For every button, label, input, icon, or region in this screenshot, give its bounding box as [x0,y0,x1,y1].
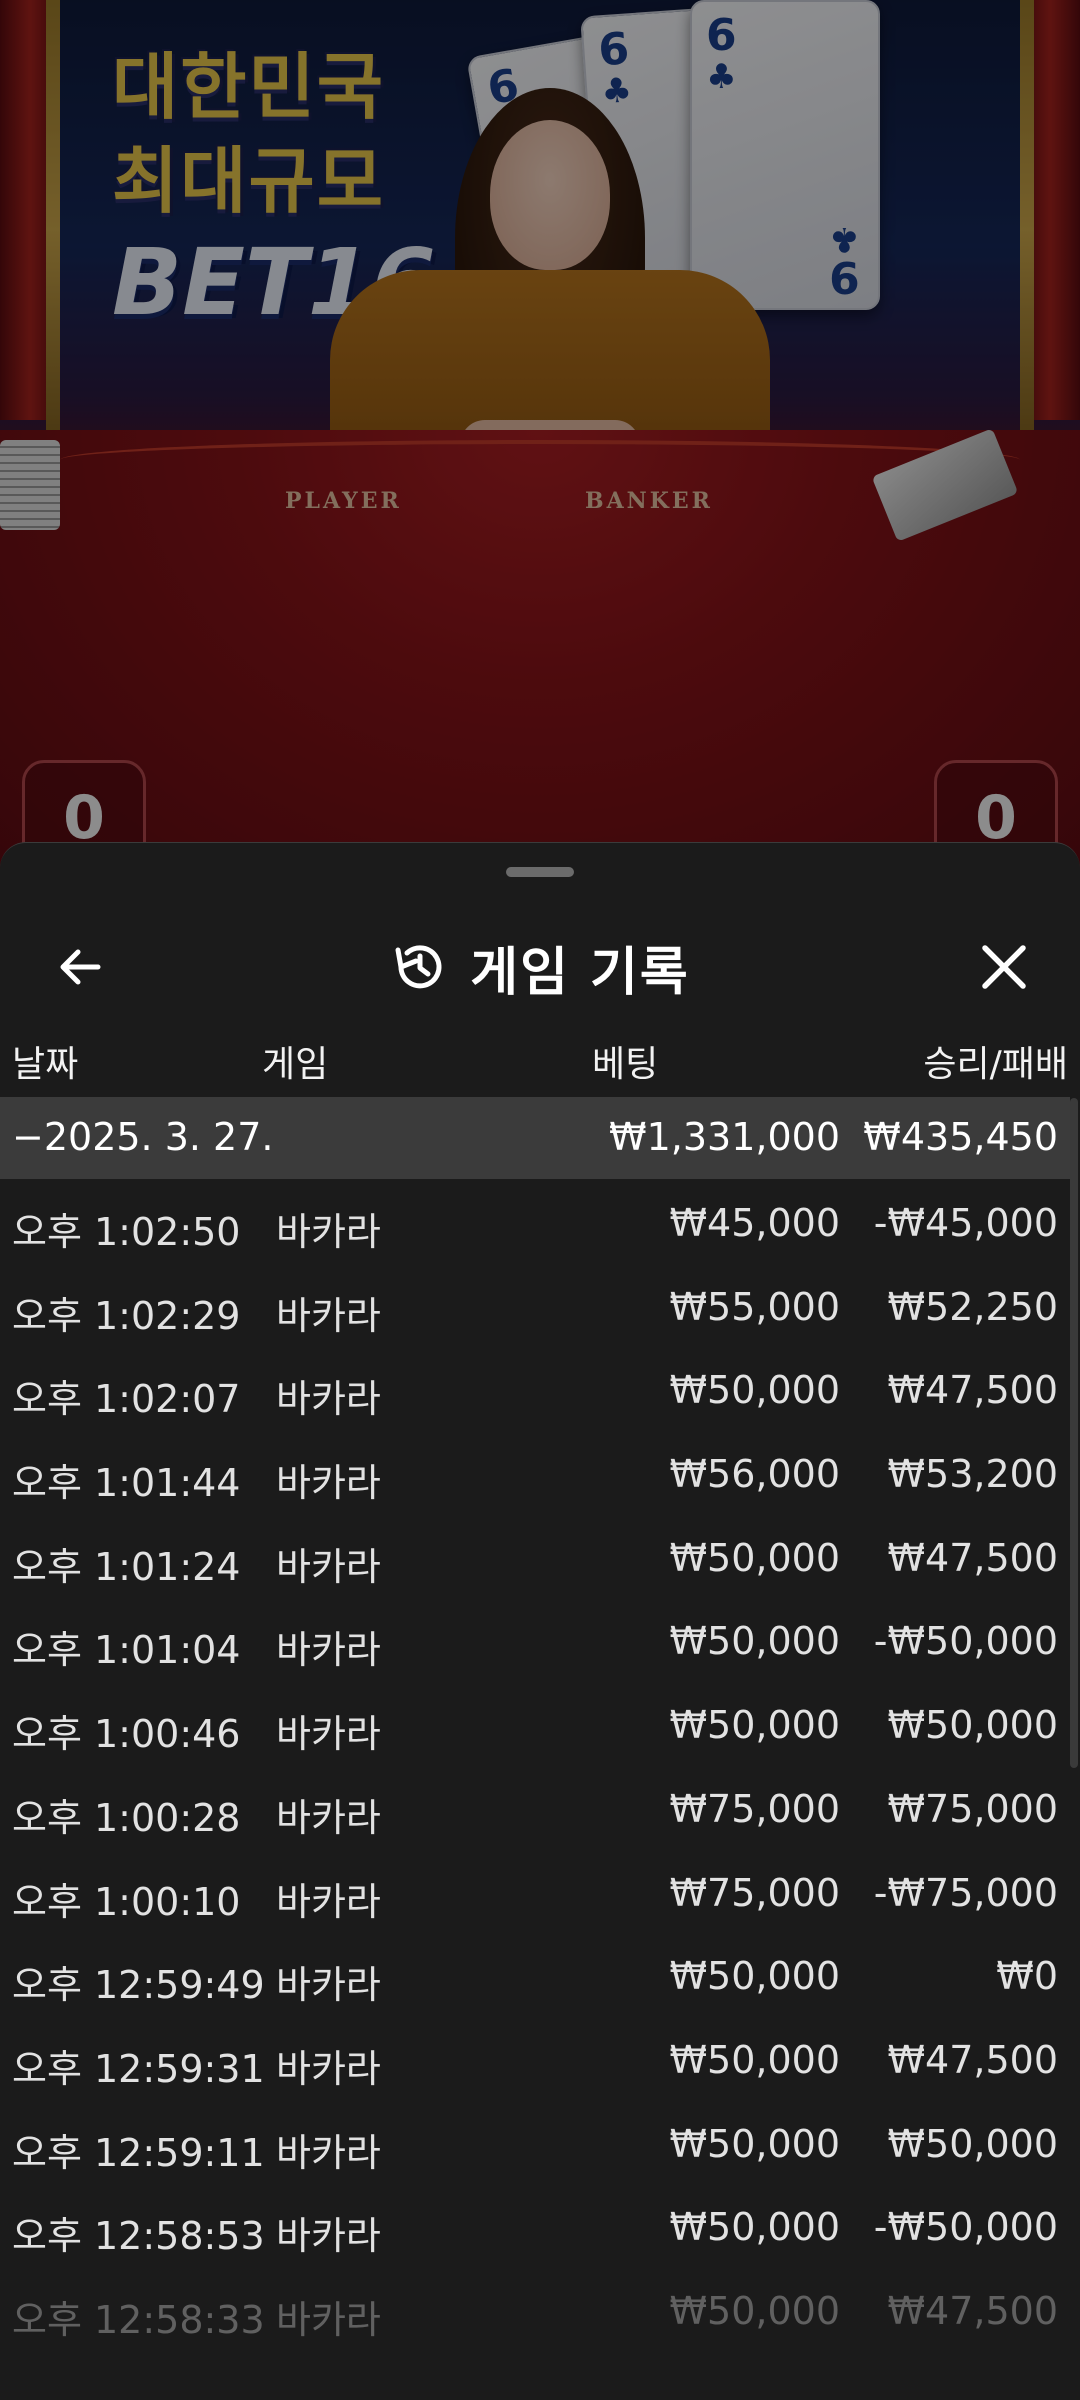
row-time: 오후 12:59:11 [12,2130,265,2175]
dim-overlay[interactable] [0,0,1080,880]
row-result: ₩50,000 [887,2121,1058,2166]
column-header-game[interactable]: 게임 [262,1035,328,1087]
row-bet: ₩50,000 [669,1619,840,1664]
close-button[interactable] [964,927,1044,1007]
row-result: -₩50,000 [873,2205,1058,2250]
row-bet: ₩50,000 [669,1535,840,1580]
row-result: ₩47,500 [887,1535,1058,1580]
row-game: 바카라 [276,2130,381,2175]
row-time: 오후 1:00:28 [12,1795,241,1840]
row-result: -₩50,000 [873,1619,1058,1664]
row-result: ₩47,500 [887,2288,1058,2333]
table-row[interactable]: 오후 1:02:29 바카라 ₩55,000 ₩52,250 [0,1263,1070,1347]
row-result: ₩47,500 [887,1368,1058,1413]
table-row[interactable]: 오후 12:59:11 바카라 ₩50,000 ₩50,000 [0,2100,1070,2184]
column-header-bet[interactable]: 베팅 [592,1035,658,1087]
row-bet: ₩50,000 [669,1703,840,1748]
row-time: 오후 1:01:44 [12,1461,241,1506]
row-result: ₩53,200 [887,1452,1058,1497]
list-scrollbar[interactable] [1070,1098,1078,1768]
row-game: 바카라 [276,2297,381,2342]
summary-date: −2025. 3. 27. [12,1115,274,1159]
column-header-result[interactable]: 승리/패배 [923,1035,1068,1087]
table-row[interactable]: 오후 12:59:49 바카라 ₩50,000 ₩0 [0,1932,1070,2016]
summary-total-bet: ₩1,331,000 [609,1115,840,1159]
row-bet: ₩50,000 [669,2037,840,2082]
row-game: 바카라 [276,1544,381,1589]
row-bet: ₩50,000 [669,2288,840,2333]
summary-total-result: ₩435,450 [863,1115,1058,1159]
row-time: 오후 1:01:04 [12,1628,241,1673]
row-bet: ₩56,000 [669,1452,840,1497]
table-row[interactable]: 오후 1:00:28 바카라 ₩75,000 ₩75,000 [0,1765,1070,1849]
column-header-date[interactable]: 날짜 [12,1035,78,1087]
row-game: 바카라 [276,1879,381,1924]
row-game: 바카라 [276,1461,381,1506]
history-list[interactable]: 오후 1:02:50 바카라 ₩45,000 -₩45,000 오후 1:02:… [0,1179,1070,2351]
row-time: 오후 12:59:49 [12,1963,265,2008]
table-row[interactable]: 오후 12:58:33 바카라 ₩50,000 ₩47,500 [0,2267,1070,2351]
table-header: 날짜 게임 베팅 승리/패배 [0,1023,1080,1093]
row-game: 바카라 [276,2214,381,2259]
row-bet: ₩50,000 [669,1954,840,1999]
row-game: 바카라 [276,2046,381,2091]
row-bet: ₩75,000 [669,1870,840,1915]
row-bet: ₩75,000 [669,1786,840,1831]
row-time: 오후 1:02:29 [12,1293,241,1338]
sheet-title: 게임 기록 [470,942,690,1003]
row-result: ₩0 [996,1954,1058,1999]
table-row[interactable]: 오후 1:01:44 바카라 ₩56,000 ₩53,200 [0,1430,1070,1514]
row-bet: ₩55,000 [669,1284,840,1329]
live-video-background: 대한민국 최대규모 BET16 6♣ 6♣ 6♣ 9♣ PLAYER BANKE [0,0,1080,880]
table-row[interactable]: 오후 1:01:24 바카라 ₩50,000 ₩47,500 [0,1514,1070,1598]
sheet-title-group: 게임 기록 [0,931,1080,1003]
date-group-summary-row[interactable]: −2025. 3. 27. ₩1,331,000 ₩435,450 [0,1097,1070,1179]
row-game: 바카라 [276,1628,381,1673]
row-time: 오후 1:00:10 [12,1879,241,1924]
row-game: 바카라 [276,1963,381,2008]
table-row[interactable]: 오후 12:58:53 바카라 ₩50,000 -₩50,000 [0,2183,1070,2267]
row-game: 바카라 [276,1795,381,1840]
close-icon [982,945,1026,989]
row-time: 오후 1:02:50 [12,1210,241,1254]
row-time: 오후 1:00:46 [12,1712,241,1757]
row-bet: ₩45,000 [669,1201,840,1245]
row-result: -₩75,000 [873,1870,1058,1915]
table-row[interactable]: 오후 1:00:10 바카라 ₩75,000 -₩75,000 [0,1849,1070,1933]
game-history-sheet: 게임 기록 날짜 게임 베팅 승리/패배 −2025. 3. 27. ₩1,33… [0,842,1080,2400]
sheet-drag-handle[interactable] [506,867,574,877]
app-screen: 대한민국 최대규모 BET16 6♣ 6♣ 6♣ 9♣ PLAYER BANKE [0,0,1080,2400]
table-row[interactable]: 오후 12:59:31 바카라 ₩50,000 ₩47,500 [0,2016,1070,2100]
row-result: -₩45,000 [873,1201,1058,1245]
row-time: 오후 12:58:33 [12,2297,265,2342]
row-bet: ₩50,000 [669,1368,840,1413]
row-time: 오후 12:58:53 [12,2214,265,2259]
table-row[interactable]: 오후 1:02:50 바카라 ₩45,000 -₩45,000 [0,1179,1070,1263]
history-icon [395,945,442,989]
table-row[interactable]: 오후 1:00:46 바카라 ₩50,000 ₩50,000 [0,1681,1070,1765]
row-result: ₩47,500 [887,2037,1058,2082]
row-game: 바카라 [276,1712,381,1757]
row-time: 오후 12:59:31 [12,2046,265,2091]
row-result: ₩50,000 [887,1703,1058,1748]
row-time: 오후 1:01:24 [12,1544,241,1589]
row-result: ₩52,250 [887,1284,1058,1329]
row-game: 바카라 [276,1293,381,1338]
row-result: ₩75,000 [887,1786,1058,1831]
row-bet: ₩50,000 [669,2121,840,2166]
row-time: 오후 1:02:07 [12,1377,241,1422]
row-game: 바카라 [276,1377,381,1422]
row-game: 바카라 [276,1210,381,1254]
table-row[interactable]: 오후 1:02:07 바카라 ₩50,000 ₩47,500 [0,1346,1070,1430]
row-bet: ₩50,000 [669,2205,840,2250]
table-row[interactable]: 오후 1:01:04 바카라 ₩50,000 -₩50,000 [0,1597,1070,1681]
